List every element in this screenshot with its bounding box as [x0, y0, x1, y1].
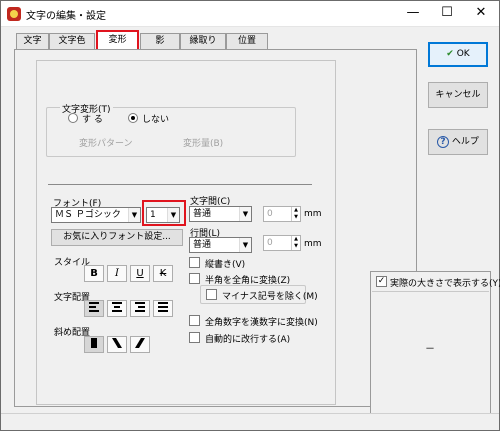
align-justify-button[interactable] — [153, 300, 173, 317]
slant-right-icon — [135, 338, 145, 348]
char-spacing-num: 0 — [267, 209, 273, 219]
slant-none-button[interactable] — [84, 336, 104, 353]
favorite-font-button[interactable]: お気に入りフォント設定... — [51, 229, 183, 246]
app-icon — [7, 7, 21, 21]
actual-size-label: 実際の大きさで表示する(Y) — [390, 279, 500, 289]
transform-radio-yes[interactable] — [68, 113, 78, 123]
actual-size-checkbox[interactable]: ✓ — [376, 276, 387, 287]
dialog-window: 文字の編集・設定 — ☐ ✕ 文字 文字色 変形 影 縁取り 位置 文字変形(T… — [0, 0, 500, 431]
transform-amount-label: 変形量(B) — [183, 139, 224, 149]
minimize-button[interactable]: — — [396, 1, 430, 27]
slant-left-icon — [112, 338, 122, 348]
font-size-select[interactable]: 1 ▼ — [146, 207, 180, 223]
align-right-button[interactable] — [130, 300, 150, 317]
font-family-select[interactable]: ＭＳ Ｐゴシック ▼ — [51, 207, 141, 223]
transform-radio-no-label: しない — [142, 115, 170, 125]
help-label: ヘルプ — [451, 137, 479, 147]
preview-sample: － — [425, 344, 435, 355]
chevron-down-icon: ▼ — [239, 207, 251, 221]
slant-right-button[interactable] — [130, 336, 150, 353]
tab-text-color[interactable]: 文字色 — [49, 33, 95, 50]
tab-shadow[interactable]: 影 — [140, 33, 180, 50]
preview-canvas: － — [372, 291, 489, 415]
remove-minus-label: マイナス記号を除く(M) — [222, 292, 318, 302]
kanji-numerals-checkbox[interactable] — [189, 315, 200, 326]
help-button[interactable]: ? ヘルプ — [428, 129, 488, 155]
char-spacing-input[interactable]: 0 ▲ ▼ — [263, 206, 301, 222]
kanji-numerals-label: 全角数字を漢数字に変換(N) — [205, 318, 318, 328]
divider — [48, 184, 312, 185]
half-to-full-checkbox[interactable] — [189, 273, 200, 284]
vertical-label: 縦書き(V) — [205, 260, 246, 270]
minimize-icon: — — [406, 5, 420, 20]
align-left-icon — [89, 302, 99, 312]
align-justify-icon — [158, 302, 168, 312]
line-spacing-num: 0 — [267, 238, 273, 248]
vertical-checkbox[interactable] — [189, 257, 200, 268]
char-spacing-select[interactable]: 普通 ▼ — [189, 206, 252, 222]
align-center-icon — [112, 302, 122, 312]
window-title: 文字の編集・設定 — [26, 11, 106, 22]
chevron-down-icon: ▼ — [239, 238, 251, 252]
bold-button[interactable]: B — [84, 265, 104, 282]
auto-wrap-label: 自動的に改行する(A) — [205, 335, 291, 345]
checkmark-icon: ✔ — [446, 49, 454, 59]
status-bar — [1, 413, 499, 430]
font-size-value: 1 — [150, 210, 156, 220]
char-spacing-unit: mm — [304, 209, 322, 219]
char-spacing-value: 普通 — [193, 209, 212, 219]
align-right-icon — [135, 302, 145, 312]
italic-button[interactable]: I — [107, 265, 127, 282]
transform-radio-yes-label: す る — [82, 115, 103, 125]
chevron-down-icon: ▼ — [128, 208, 140, 222]
remove-minus-checkbox[interactable] — [206, 289, 217, 300]
maximize-icon: ☐ — [441, 5, 453, 20]
line-spacing-select[interactable]: 普通 ▼ — [189, 237, 252, 253]
close-icon: ✕ — [475, 5, 487, 20]
strikethrough-button[interactable]: K — [153, 265, 173, 282]
font-family-value: ＭＳ Ｐゴシック — [55, 210, 121, 220]
line-spacing-value: 普通 — [193, 240, 212, 250]
align-center-button[interactable] — [107, 300, 127, 317]
chevron-down-icon: ▼ — [167, 208, 179, 222]
ok-button[interactable]: ✔ OK — [428, 42, 488, 67]
spin-arrows-icon[interactable]: ▲ ▼ — [291, 236, 300, 250]
preview-panel: ✓ 実際の大きさで表示する(Y) － — [370, 271, 500, 417]
tab-transform[interactable]: 変形 — [96, 30, 139, 51]
tab-outline[interactable]: 縁取り — [180, 33, 226, 50]
tab-position[interactable]: 位置 — [226, 33, 268, 50]
slant-left-button[interactable] — [107, 336, 127, 353]
close-button[interactable]: ✕ — [464, 1, 498, 27]
slant-none-icon — [91, 338, 97, 348]
ok-label: OK — [456, 49, 470, 59]
line-spacing-unit: mm — [304, 239, 322, 249]
transform-pattern-label: 変形パターン — [79, 139, 133, 149]
transform-radio-no[interactable] — [128, 113, 138, 123]
title-bar: 文字の編集・設定 — ☐ ✕ — [1, 1, 499, 27]
tab-text[interactable]: 文字 — [16, 33, 49, 50]
align-left-button[interactable] — [84, 300, 104, 317]
auto-wrap-checkbox[interactable] — [189, 332, 200, 343]
line-spacing-input[interactable]: 0 ▲ ▼ — [263, 235, 301, 251]
help-icon: ? — [437, 136, 450, 148]
cancel-button[interactable]: キャンセル — [428, 82, 488, 108]
underline-button[interactable]: U — [130, 265, 150, 282]
spin-arrows-icon[interactable]: ▲ ▼ — [291, 207, 300, 221]
maximize-button[interactable]: ☐ — [430, 1, 464, 27]
